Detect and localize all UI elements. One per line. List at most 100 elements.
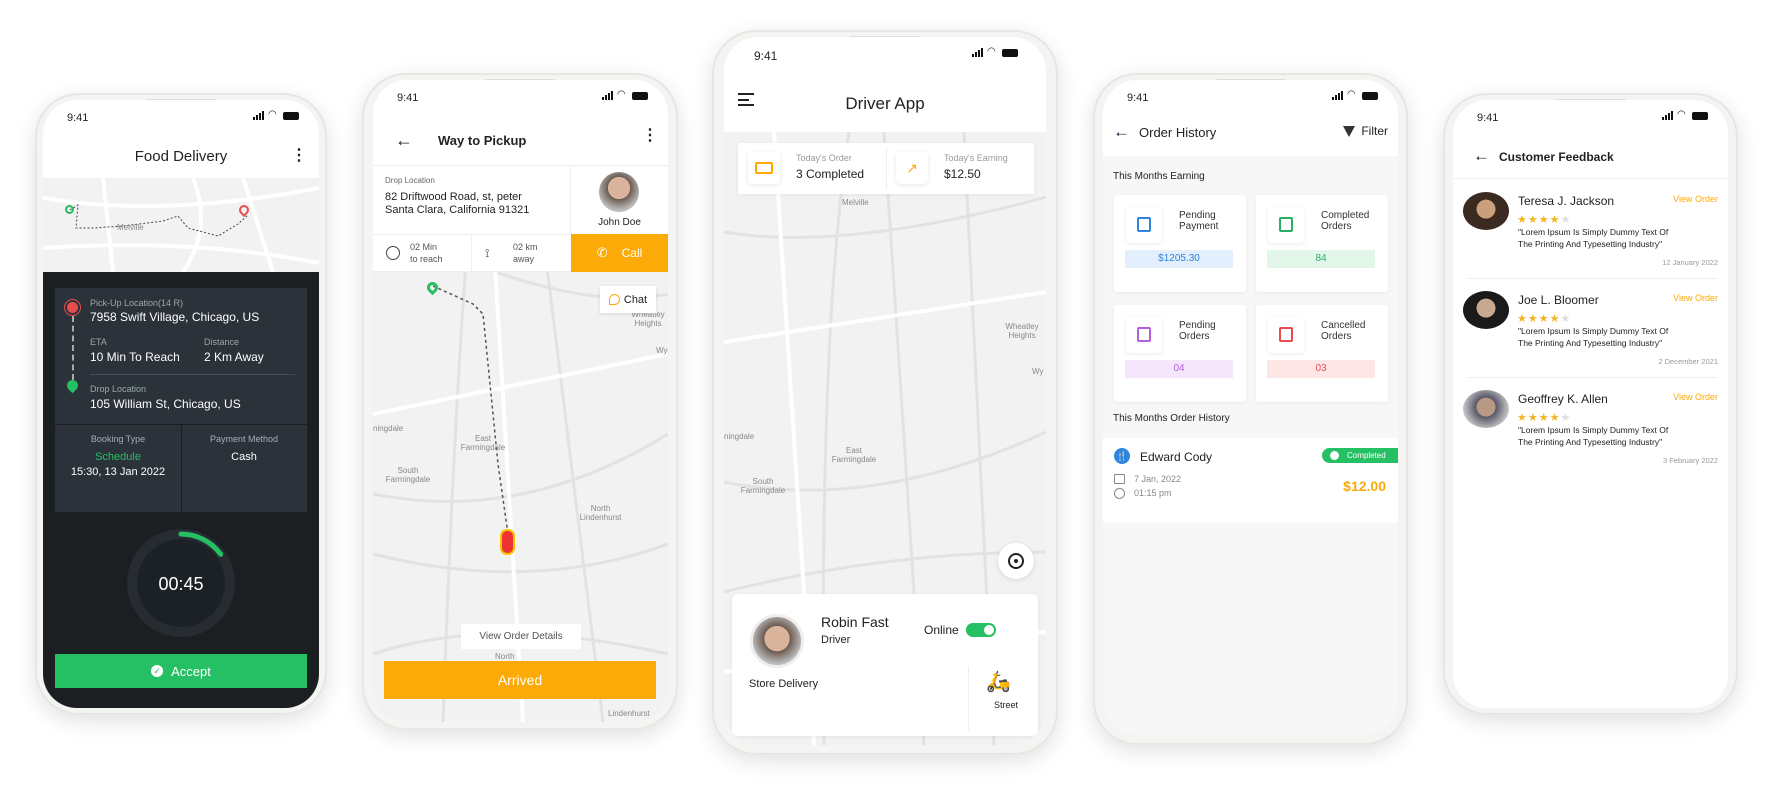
clock-icon — [1114, 488, 1125, 499]
map-label: South Farmingdale — [385, 466, 431, 484]
order-list-item[interactable]: 🍴 Edward Cody Completed 7 Jan, 2022 01:1… — [1103, 438, 1398, 523]
star-icon: ★ — [1538, 412, 1550, 424]
today-earning-label: Today's Earning — [944, 153, 1008, 163]
stat-card[interactable]: Pending Payment $1205.30 — [1114, 195, 1246, 292]
more-menu-icon[interactable]: ⋮ — [291, 148, 307, 164]
map-label: South Farmingdale — [740, 477, 786, 495]
page-title: Food Delivery — [134, 148, 228, 165]
origin-pin-icon — [65, 205, 74, 214]
review-date: 3 February 2022 — [1662, 456, 1718, 465]
reviewer-avatar — [1463, 390, 1509, 428]
stat-label: Orders — [1321, 221, 1352, 232]
status-time: 9:41 — [1477, 112, 1499, 124]
stat-label: Orders — [1321, 331, 1352, 342]
reviewer-name: Joe L. Bloomer — [1518, 293, 1599, 307]
timer-icon — [386, 246, 400, 260]
stat-card[interactable]: Pending Orders 04 — [1114, 305, 1246, 402]
status-icons: ◠ — [602, 90, 648, 100]
driver-app-screen: 9:41 ◠ Driver App Melville Wheatley Heigh… — [724, 37, 1046, 745]
calendar-icon — [1114, 474, 1125, 484]
review-text: The Printing And Typesetting Industry" — [1518, 338, 1663, 348]
reviewer-avatar — [1463, 192, 1509, 230]
chat-bubble-icon — [608, 294, 620, 305]
booking-type-label: Booking Type — [90, 434, 146, 444]
divider — [471, 235, 472, 271]
avatar — [599, 172, 639, 212]
map-label: East Farmingdale — [460, 434, 506, 452]
star-icon: ★ — [1549, 412, 1561, 424]
payment-value: Cash — [231, 451, 257, 463]
status-bar: 9:41 ◠ — [1453, 100, 1728, 130]
drop-address-line2: Santa Clara, California 91321 — [385, 204, 530, 216]
accept-button[interactable]: ✓ Accept — [55, 654, 307, 688]
stat-label: Completed — [1321, 210, 1370, 221]
stat-value: 84 — [1267, 250, 1375, 268]
route-map[interactable]: Melville — [43, 178, 319, 272]
map-label: East Farmingdale — [831, 446, 877, 464]
view-order-link[interactable]: View Order — [1673, 392, 1718, 402]
chat-button[interactable]: Chat — [600, 286, 656, 313]
stat-label: Cancelled — [1321, 320, 1366, 331]
contact-name: John Doe — [598, 217, 641, 228]
status-label: Completed — [1347, 451, 1386, 460]
star-icon: ★ — [1517, 412, 1528, 424]
divider — [968, 666, 969, 730]
status-bar: 9:41 ◠ — [724, 37, 1046, 67]
star-icon: ★ — [1517, 313, 1528, 325]
star-icon: ★ — [1527, 214, 1539, 226]
stat-card[interactable]: Cancelled Orders 03 — [1256, 305, 1388, 402]
stat-label: Orders — [1179, 331, 1210, 342]
page-title: Way to Pickup — [438, 133, 527, 148]
pickup-pin-icon — [67, 302, 78, 313]
route-icon: ⟟ — [485, 246, 490, 260]
review-text: "Lorem Ipsum Is Simply Dummy Text Of — [1518, 326, 1669, 336]
locate-me-button[interactable] — [998, 543, 1034, 579]
star-rating: ★★★★★ — [1517, 309, 1571, 327]
contact-panel: John Doe — [571, 165, 668, 234]
more-menu-icon[interactable]: ⋮ — [642, 128, 658, 144]
filter-icon — [1343, 125, 1356, 137]
divider — [886, 147, 887, 190]
order-history-screen: 9:41 ◠ ← Order History Filter This Months… — [1103, 80, 1398, 735]
call-button[interactable]: ✆ Call — [571, 234, 668, 272]
online-toggle[interactable] — [966, 623, 996, 637]
call-label: Call — [621, 246, 643, 260]
review-date: 2 December 2021 — [1658, 357, 1718, 366]
drop-location-panel: Drop Location 82 Driftwood Road, st, pet… — [373, 165, 571, 234]
timer-value: 00:45 — [158, 574, 204, 594]
divider — [90, 374, 295, 375]
briefcase-icon — [748, 152, 780, 184]
star-icon: ★ — [1538, 214, 1550, 226]
section-title: This Months Earning — [1113, 171, 1205, 182]
star-icon: ★ — [1549, 313, 1561, 325]
status-icons: ◠ — [1662, 110, 1708, 120]
stat-value: 03 — [1267, 360, 1375, 378]
star-icon: ★ — [1527, 313, 1539, 325]
drop-label: Drop Location — [385, 176, 435, 185]
filter-button[interactable]: Filter — [1343, 124, 1388, 138]
stat-value: 04 — [1125, 360, 1233, 378]
back-arrow-icon[interactable]: ← — [395, 130, 413, 151]
drop-label: Drop Location — [90, 384, 147, 394]
money-icon-glyph — [1137, 217, 1151, 232]
view-order-details-button[interactable]: View Order Details — [461, 624, 581, 649]
stat-label: Pending — [1179, 320, 1216, 331]
online-label: Online — [924, 623, 959, 637]
route-line — [72, 316, 74, 380]
stat-card[interactable]: Completed Orders 84 — [1256, 195, 1388, 292]
back-arrow-icon[interactable]: ← — [1473, 146, 1490, 166]
arrived-button[interactable]: Arrived — [384, 661, 656, 699]
accept-label: Accept — [171, 663, 211, 679]
trip-card: Pick-Up Location(14 R) 7958 Swift Villag… — [55, 288, 307, 512]
header-divider — [1453, 178, 1728, 179]
view-order-link[interactable]: View Order — [1673, 194, 1718, 204]
trip-stats-row: 02 Min to reach ⟟ 02 km away — [373, 234, 571, 272]
map-label: Wy — [1032, 367, 1044, 376]
distance-sub: away — [513, 254, 535, 264]
view-order-link[interactable]: View Order — [1673, 293, 1718, 303]
review-item: Teresa J. Jackson View Order ★★★★★ "Lore… — [1453, 186, 1728, 285]
distance-value: 02 km — [513, 242, 538, 252]
time-sub: to reach — [410, 254, 443, 264]
back-arrow-icon[interactable]: ← — [1113, 122, 1130, 142]
today-order-label: Today's Order — [796, 153, 852, 163]
